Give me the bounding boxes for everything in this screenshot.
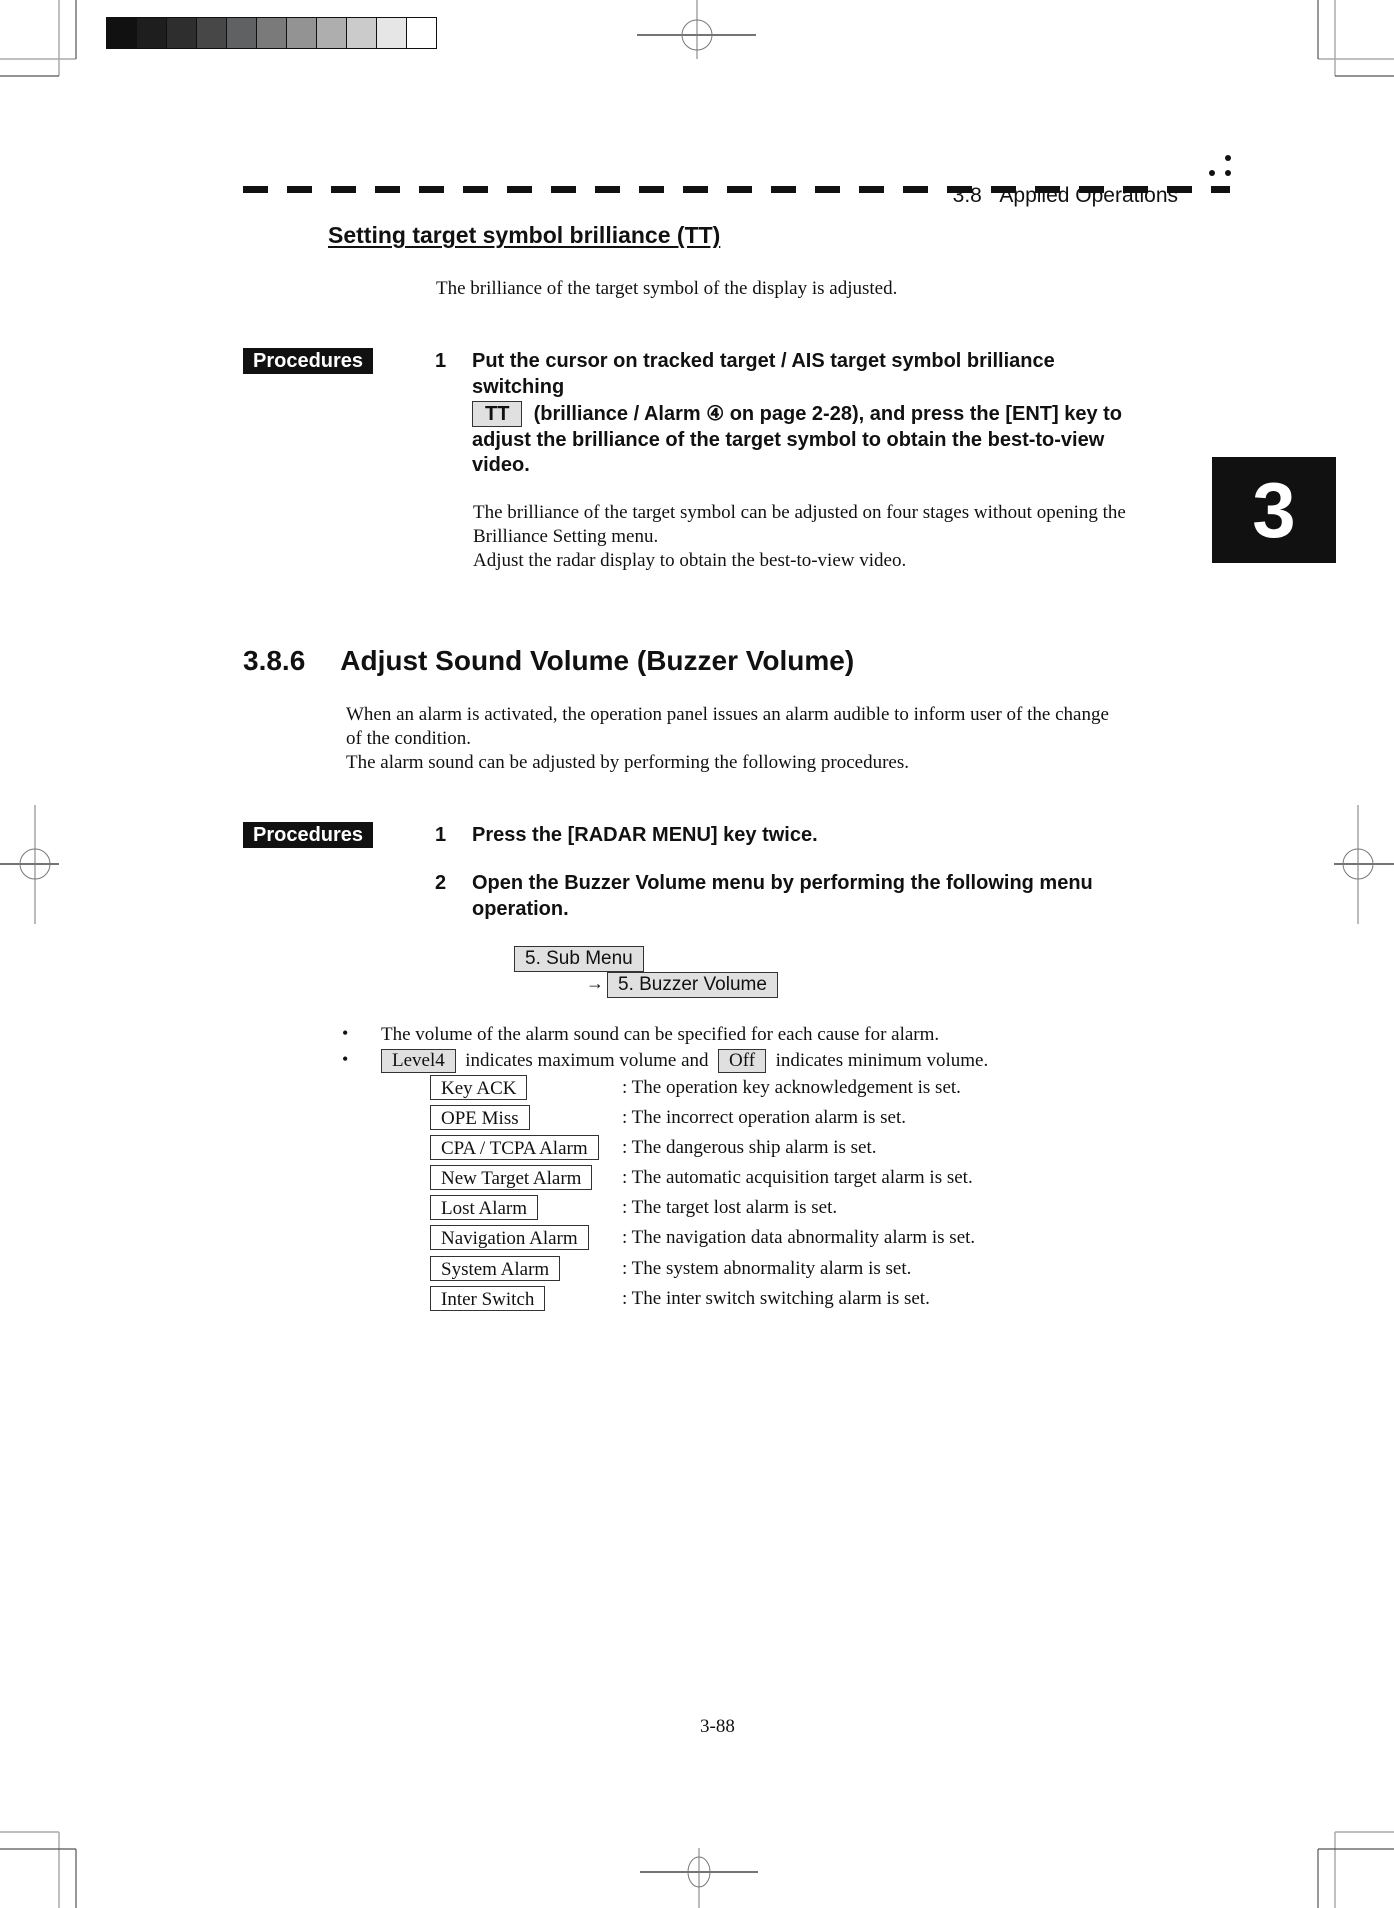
alarm-item-row: Navigation Alarm : The navigation data ab…: [430, 1225, 975, 1251]
header-dot-icon: [1225, 155, 1231, 161]
header-dot-icon: [1209, 170, 1215, 176]
note-line: The brilliance of the target symbol can …: [473, 502, 1126, 523]
step-number: 2: [435, 872, 447, 894]
alarm-item-label[interactable]: Key ACK: [430, 1075, 528, 1100]
tt-key-button[interactable]: TT: [472, 401, 523, 427]
procedures-label: Procedures: [243, 348, 374, 374]
step-line: adjust the brilliance of the target symb…: [472, 428, 1105, 451]
crop-mark-bottom-right: [1317, 1831, 1394, 1908]
alarm-item-row: Lost Alarm : The target lost alarm is set…: [430, 1195, 837, 1221]
grayscale-cell: [287, 18, 317, 48]
menu-item-buzzer-volume[interactable]: 5. Buzzer Volume: [607, 972, 778, 998]
crop-mark-top-right: [1317, 0, 1394, 77]
step-line: switching: [472, 375, 565, 398]
alarm-item-description: : The inter switch switching alarm is se…: [622, 1288, 930, 1309]
alarm-item-row: Key ACK : The operation key acknowledgeme…: [430, 1075, 961, 1101]
step-line: video.: [472, 454, 530, 476]
note-line: Brilliance Setting menu.: [473, 526, 659, 547]
alarm-item-label[interactable]: System Alarm: [430, 1256, 561, 1281]
procedures-label: Procedures: [243, 822, 374, 848]
alarm-item-description: : The dangerous ship alarm is set.: [622, 1137, 877, 1158]
step-number: 1: [435, 824, 447, 846]
grayscale-cell: [107, 18, 137, 48]
bullet-text: The volume of the alarm sound can be spe…: [381, 1024, 940, 1045]
grayscale-cell: [347, 18, 377, 48]
alarm-item-description: : The target lost alarm is set.: [622, 1197, 838, 1218]
arrow-right-icon: →: [586, 973, 604, 993]
alarm-item-label[interactable]: Lost Alarm: [430, 1195, 539, 1220]
bullet-icon: •: [342, 1023, 349, 1043]
page-number: 3-88: [700, 1716, 735, 1737]
header-dot-icon: [1225, 170, 1231, 176]
grayscale-cell: [407, 18, 436, 48]
alarm-item-description: : The operation key acknowledgement is s…: [622, 1077, 961, 1098]
registration-mark-left: [0, 805, 59, 924]
section-heading: 3.8.6 Adjust Sound Volume (Buzzer Volume): [243, 645, 854, 677]
level4-option[interactable]: Level4: [381, 1049, 456, 1073]
crop-mark-bottom-left: [0, 1831, 77, 1908]
grayscale-cell: [137, 18, 167, 48]
bullet-icon: •: [342, 1049, 349, 1069]
registration-mark-top: [637, 0, 756, 59]
step-line: TT (brilliance / Alarm ④ on page 2-28), …: [472, 401, 1202, 428]
alarm-item-label[interactable]: New Target Alarm: [430, 1165, 593, 1190]
step-number: 1: [435, 350, 447, 372]
buzzer-step-2: Open the Buzzer Volume menu by performin…: [472, 872, 1093, 920]
menu-item-sub-menu[interactable]: 5. Sub Menu: [514, 946, 644, 972]
grayscale-calibration-bar: [106, 17, 437, 49]
bullet-text: Level4 indicates maximum volume and Off …: [381, 1049, 988, 1073]
alarm-item-description: : The automatic acquisition target alarm…: [622, 1167, 973, 1188]
alarm-item-description: : The system abnormality alarm is set.: [622, 1258, 912, 1279]
alarm-item-row: CPA / TCPA Alarm : The dangerous ship ala…: [430, 1135, 877, 1161]
off-option[interactable]: Off: [718, 1049, 767, 1073]
brilliance-notes: The brilliance of the target symbol can …: [473, 501, 1126, 573]
alarm-item-label[interactable]: Navigation Alarm: [430, 1225, 589, 1250]
subsection-heading: Setting target symbol brilliance (TT): [328, 222, 721, 248]
registration-mark-right: [1334, 805, 1394, 924]
grayscale-cell: [167, 18, 197, 48]
grayscale-cell: [197, 18, 227, 48]
alarm-item-label[interactable]: OPE Miss: [430, 1105, 530, 1130]
running-header: 3.8 Applied Operations: [941, 160, 1178, 208]
section-title: Adjust Sound Volume (Buzzer Volume): [340, 645, 855, 676]
alarm-item-row: New Target Alarm : The automatic acquisit…: [430, 1165, 973, 1191]
note-line: Adjust the radar display to obtain the b…: [473, 550, 907, 571]
step-line: Put the cursor on tracked target / AIS t…: [472, 350, 1055, 372]
header-dashed-rule: [243, 186, 1230, 193]
crop-mark-top-left: [0, 0, 77, 77]
alarm-item-description: : The incorrect operation alarm is set.: [622, 1107, 907, 1128]
chapter-tab: 3: [1212, 457, 1336, 563]
alarm-item-row: System Alarm : The system abnormality ala…: [430, 1256, 911, 1282]
brilliance-step-1: Put the cursor on tracked target / AIS t…: [472, 349, 1202, 479]
grayscale-cell: [227, 18, 257, 48]
brilliance-intro: The brilliance of the target symbol of t…: [436, 278, 898, 299]
buzzer-intro: When an alarm is activated, the operatio…: [346, 704, 1109, 773]
alarm-item-label[interactable]: CPA / TCPA Alarm: [430, 1135, 599, 1160]
alarm-item-description: : The navigation data abnormality alarm …: [622, 1227, 976, 1248]
alarm-item-row: OPE Miss : The incorrect operation alarm …: [430, 1105, 906, 1131]
grayscale-cell: [317, 18, 347, 48]
alarm-item-row: Inter Switch : The inter switch switching…: [430, 1286, 930, 1312]
buzzer-step-1: Press the [RADAR MENU] key twice.: [472, 824, 818, 846]
registration-mark-bottom: [640, 1848, 758, 1908]
alarm-item-label[interactable]: Inter Switch: [430, 1286, 546, 1311]
grayscale-cell: [377, 18, 407, 48]
section-number: 3.8.6: [243, 645, 306, 676]
grayscale-cell: [257, 18, 287, 48]
